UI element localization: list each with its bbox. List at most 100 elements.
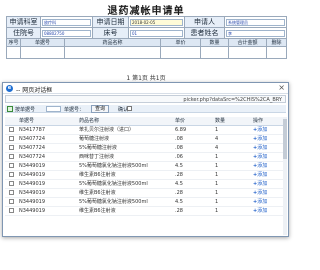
list-row[interactable]: N3407724 西咪替丁注射液 .06 1 +添加 bbox=[5, 152, 286, 162]
add-link[interactable]: +添加 bbox=[253, 199, 267, 205]
col-drug: 药品名称 bbox=[64, 38, 161, 47]
list-col-qty: 数量 bbox=[213, 117, 251, 126]
patient-field[interactable]: 李 bbox=[226, 29, 285, 37]
add-link-label: 添加 bbox=[257, 199, 268, 205]
row-qty: 4 bbox=[213, 134, 251, 144]
doc-label: 单据号： bbox=[64, 107, 85, 113]
list-row[interactable]: N3449019 维生素B6注射液 .28 1 +添加 bbox=[5, 206, 286, 216]
row-price: .08 bbox=[173, 143, 213, 153]
row-checkbox[interactable] bbox=[8, 135, 14, 141]
form-items-grid: 序号 单据号 药品名称 单价 数量 合计金额 删除 bbox=[6, 38, 287, 59]
list-row[interactable]: N3449019 5%葡萄糖氯化钠注射液500ml 4.5 1 +添加 bbox=[5, 161, 286, 171]
add-link[interactable]: +添加 bbox=[253, 190, 267, 196]
row-checkbox[interactable] bbox=[8, 180, 14, 186]
add-link-label: 添加 bbox=[257, 181, 268, 187]
row-qty: 1 bbox=[213, 125, 251, 135]
row-qty: 1 bbox=[213, 179, 251, 189]
list-col-drug: 药品名称 bbox=[77, 117, 173, 126]
hospital-no-label: 住院号 bbox=[6, 27, 41, 39]
list-row[interactable]: N3449019 5%葡萄糖氯化钠注射液500ml 4.5 1 +添加 bbox=[5, 179, 286, 189]
row-doc: N3449019 bbox=[17, 197, 77, 207]
address-bar: picker.php?dataSrc=%2CHIS%2CA_BRY bbox=[5, 95, 286, 103]
add-link-label: 添加 bbox=[257, 136, 268, 142]
filter-input[interactable] bbox=[46, 106, 61, 112]
add-link[interactable]: +添加 bbox=[253, 136, 267, 142]
row-qty: 1 bbox=[213, 197, 251, 207]
add-link[interactable]: +添加 bbox=[253, 163, 267, 169]
row-qty: 4 bbox=[213, 143, 251, 153]
hospital-no-field[interactable]: 08802750 bbox=[42, 29, 91, 37]
applicant-field[interactable]: 系统管理员 bbox=[226, 18, 285, 26]
row-drug-name: 5%葡萄糖注射液 bbox=[77, 143, 173, 153]
list-col-action: 操作 bbox=[251, 117, 286, 126]
bed-field[interactable]: 01 bbox=[130, 29, 183, 37]
row-action: +添加 bbox=[251, 179, 286, 189]
row-select bbox=[5, 188, 17, 198]
ie-icon: e bbox=[6, 85, 13, 92]
form-title: 退药减帐申请单 bbox=[107, 6, 185, 17]
add-link[interactable]: +添加 bbox=[253, 208, 267, 214]
add-link[interactable]: +添加 bbox=[253, 154, 267, 160]
dialog-titlebar[interactable]: e -- 网页对话框 × bbox=[3, 83, 288, 94]
list-col-select bbox=[5, 117, 17, 126]
add-link[interactable]: +添加 bbox=[253, 172, 267, 178]
apply-dept-label: 申请科室 bbox=[6, 16, 41, 28]
row-action: +添加 bbox=[251, 125, 286, 135]
add-link-label: 添加 bbox=[257, 172, 268, 178]
form-header-grid: 申请科室 放疗科 申请日期 2018-02-05 申请人 系统管理员 住院号 0… bbox=[6, 16, 287, 39]
row-checkbox[interactable] bbox=[8, 189, 14, 195]
row-price: .28 bbox=[173, 206, 213, 216]
row-select bbox=[5, 143, 17, 153]
list-row[interactable]: N3449019 5%葡萄糖氯化钠注射液500ml 4.5 1 +添加 bbox=[5, 197, 286, 207]
row-checkbox[interactable] bbox=[8, 162, 14, 168]
add-link[interactable]: +添加 bbox=[253, 145, 267, 151]
list-col-price: 单价 bbox=[173, 117, 213, 126]
list-row[interactable]: N3407724 5%葡萄糖注射液 .08 4 +添加 bbox=[5, 143, 286, 153]
list-row[interactable]: N3449019 维生素B6注射液 .28 1 +添加 bbox=[5, 188, 286, 198]
scrollbar-thumb[interactable] bbox=[283, 119, 287, 159]
row-select bbox=[5, 179, 17, 189]
confirm-checkbox[interactable] bbox=[127, 106, 132, 111]
row-checkbox[interactable] bbox=[8, 198, 14, 204]
row-qty: 1 bbox=[213, 161, 251, 171]
row-checkbox[interactable] bbox=[8, 207, 14, 213]
row-checkbox[interactable] bbox=[8, 171, 14, 177]
close-icon[interactable]: × bbox=[278, 84, 285, 92]
apply-date-field[interactable]: 2018-02-05 bbox=[130, 18, 183, 26]
col-index: 序号 bbox=[6, 38, 21, 47]
list-row[interactable]: N3417787 苯扎贝尔注射液（进口） 6.89 1 +添加 bbox=[5, 125, 286, 135]
row-drug-name: 葡萄糖注射液 bbox=[77, 134, 173, 144]
row-action: +添加 bbox=[251, 170, 286, 180]
filter-checkbox[interactable] bbox=[7, 106, 13, 112]
col-price: 单价 bbox=[160, 38, 201, 47]
row-select bbox=[5, 206, 17, 216]
add-link-label: 添加 bbox=[257, 208, 268, 214]
row-doc: N3449019 bbox=[17, 206, 77, 216]
row-drug-name: 西咪替丁注射液 bbox=[77, 152, 173, 162]
patient-label: 患者姓名 bbox=[184, 27, 225, 39]
drug-list: 单据号 药品名称 单价 数量 操作 N3417787 苯扎贝尔注射液（进口） 6.8… bbox=[5, 117, 286, 216]
row-select bbox=[5, 170, 17, 180]
address-url: picker.php?dataSrc=%2CHIS%2CA_BRY bbox=[183, 97, 282, 103]
list-row[interactable]: N3449019 维生素B6注射液 .28 1 +添加 bbox=[5, 170, 286, 180]
row-checkbox[interactable] bbox=[8, 144, 14, 150]
apply-dept-field[interactable]: 放疗科 bbox=[42, 18, 91, 26]
filter-label: 按单据号 bbox=[15, 107, 36, 113]
col-qty: 数量 bbox=[200, 38, 229, 47]
row-drug-name: 维生素B6注射液 bbox=[77, 170, 173, 180]
list-row[interactable]: N3407724 葡萄糖注射液 .08 4 +添加 bbox=[5, 134, 286, 144]
add-link[interactable]: +添加 bbox=[253, 181, 267, 187]
row-checkbox[interactable] bbox=[8, 126, 14, 132]
pager[interactable]: 1 第1页 共1页 bbox=[6, 73, 286, 82]
scrollbar[interactable] bbox=[283, 117, 287, 235]
dialog-toolbar: 按单据号 单据号： 查询 确认 bbox=[5, 105, 286, 113]
row-action: +添加 bbox=[251, 152, 286, 162]
row-checkbox[interactable] bbox=[8, 153, 14, 159]
query-button[interactable]: 查询 bbox=[91, 105, 110, 113]
row-price: 6.89 bbox=[173, 125, 213, 135]
row-price: 4.5 bbox=[173, 161, 213, 171]
row-drug-name: 5%葡萄糖氯化钠注射液500ml bbox=[77, 179, 173, 189]
add-link[interactable]: +添加 bbox=[253, 127, 267, 133]
row-select bbox=[5, 125, 17, 135]
bed-label: 床号 bbox=[92, 27, 129, 39]
